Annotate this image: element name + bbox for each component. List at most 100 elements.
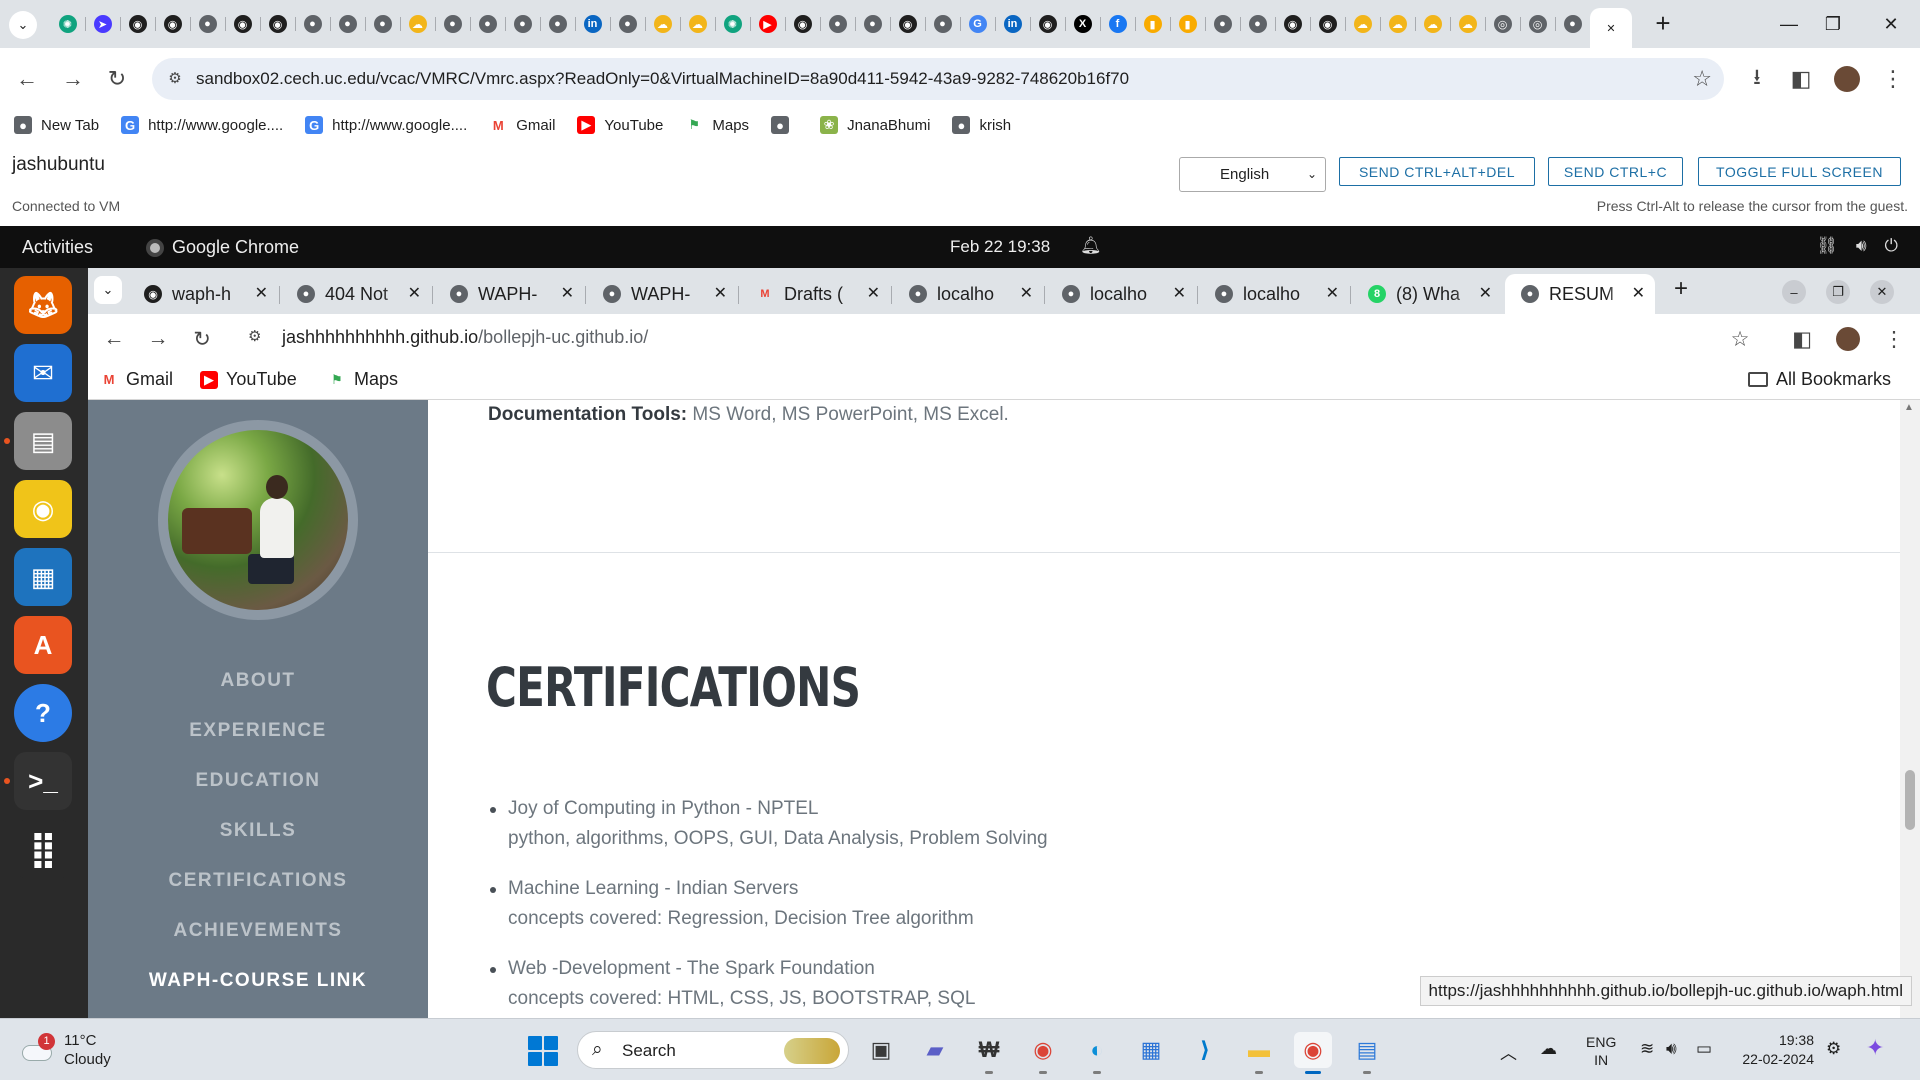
language-select[interactable]: English ⌄ <box>1179 157 1326 192</box>
notification-icon[interactable]: ⚙ <box>1826 1039 1841 1059</box>
bookmark-item[interactable]: ❀ JnanaBhumi <box>820 112 930 138</box>
browser-tab[interactable]: ☁ <box>1345 6 1380 42</box>
tab-close-icon[interactable]: ✕ <box>1173 283 1186 303</box>
nav-item-skills[interactable]: SKILLS <box>88 806 428 856</box>
side-panel-icon[interactable]: ◧ <box>1784 62 1818 96</box>
browser-tab[interactable]: ◉ <box>120 6 155 42</box>
guest-bookmark-item[interactable]: ▶ YouTube <box>200 369 297 390</box>
browser-tab[interactable]: ☁ <box>1380 6 1415 42</box>
browser-tab[interactable]: ◎ <box>1485 6 1520 42</box>
tab-search-chevron-icon[interactable]: ⌄ <box>94 276 122 304</box>
guest-back-button[interactable]: ← <box>100 325 128 353</box>
terminal-icon[interactable]: >_ <box>14 752 72 810</box>
scroll-up-arrow-icon[interactable]: ▲ <box>1904 402 1914 413</box>
nav-item-education[interactable]: EDUCATION <box>88 756 428 806</box>
bookmark-item[interactable]: ● New Tab <box>14 112 99 138</box>
site-info-icon[interactable]: ⚙ <box>248 327 261 345</box>
toggle-full-screen-button[interactable]: TOGGLE FULL SCREEN <box>1698 157 1901 186</box>
writer-icon[interactable]: ▦ <box>14 548 72 606</box>
guest-close-button[interactable]: ✕ <box>1870 280 1894 304</box>
browser-tab[interactable]: ● <box>295 6 330 42</box>
browser-tab[interactable]: ➤ <box>85 6 120 42</box>
browser-tab[interactable]: X <box>1065 6 1100 42</box>
browser-tab[interactable]: ▮ <box>1135 6 1170 42</box>
site-info-icon[interactable]: ⚙ <box>164 68 186 90</box>
nav-item-certifications[interactable]: CERTIFICATIONS <box>88 856 428 906</box>
tab-close-icon[interactable]: ✕ <box>714 283 727 303</box>
browser-tab[interactable]: ☁ <box>680 6 715 42</box>
store-icon[interactable]: ▦ <box>1132 1032 1170 1068</box>
tab-close-icon[interactable]: ✕ <box>867 283 880 303</box>
tab-search-chevron-icon[interactable]: ⌄ <box>9 11 37 39</box>
browser-tab[interactable]: ● <box>365 6 400 42</box>
task-view-icon[interactable]: ▣ <box>862 1032 900 1068</box>
guest-address-url[interactable]: jashhhhhhhhhh.github.io/bollepjh-uc.gith… <box>282 327 648 348</box>
tab-close-icon[interactable]: ✕ <box>1020 283 1033 303</box>
bookmark-item[interactable]: ● <box>771 112 798 138</box>
guest-new-tab-button[interactable]: + <box>1674 275 1688 303</box>
teams-icon[interactable]: ▰ <box>916 1032 954 1068</box>
guest-tab[interactable]: ● localho ✕ <box>1046 274 1196 314</box>
browser-tab[interactable]: ● <box>190 6 225 42</box>
guest-minimize-button[interactable]: – <box>1782 280 1806 304</box>
menu-icon[interactable]: ⋮ <box>1880 325 1908 353</box>
new-tab-button[interactable]: + <box>1649 10 1677 38</box>
nav-item-achievements[interactable]: ACHIEVEMENTS <box>88 906 428 956</box>
page-scrollbar[interactable]: ▲ <box>1900 400 1920 1018</box>
browser-tab[interactable]: ◎ <box>1520 6 1555 42</box>
browser-tab[interactable]: ◉ <box>785 6 820 42</box>
vm-console[interactable]: Activities Google Chrome Feb 22 19:38 🔔︎… <box>0 226 1920 1018</box>
files-icon[interactable]: ▤ <box>14 412 72 470</box>
activities-button[interactable]: Activities <box>22 237 93 258</box>
widgets-app-icon[interactable]: ₩ <box>970 1032 1008 1074</box>
browser-tab[interactable]: ☁ <box>1415 6 1450 42</box>
weather-widget[interactable]: 1 11°C Cloudy <box>20 1031 111 1069</box>
system-menu[interactable]: ⛓︎ 🔊︎ ⏻ <box>1816 236 1898 256</box>
guest-tab[interactable]: ● 404 Not ✕ <box>281 274 431 314</box>
guest-tab[interactable]: ● WAPH- ✕ <box>587 274 737 314</box>
rhythmbox-icon[interactable]: ◉ <box>14 480 72 538</box>
browser-tab[interactable]: G <box>960 6 995 42</box>
bookmark-item[interactable]: ▶ YouTube <box>577 112 663 138</box>
browser-tab[interactable]: ◉ <box>1275 6 1310 42</box>
guest-maximize-button[interactable]: ❐ <box>1826 280 1850 304</box>
gnome-clock[interactable]: Feb 22 19:38 <box>950 237 1050 257</box>
help-icon[interactable]: ? <box>14 684 72 742</box>
browser-tab[interactable]: ◉ <box>225 6 260 42</box>
volume-icon[interactable]: 🔊︎ <box>1666 1039 1677 1059</box>
bookmark-item[interactable]: Ghttp://www.google.... <box>121 112 283 138</box>
send-ctrl-alt-del-button[interactable]: SEND CTRL+ALT+DEL <box>1339 157 1535 186</box>
guest-tab[interactable]: ● WAPH- ✕ <box>434 274 584 314</box>
guest-forward-button[interactable]: → <box>144 325 172 353</box>
address-url[interactable]: sandbox02.cech.uc.edu/vcac/VMRC/Vmrc.asp… <box>196 69 1129 89</box>
guest-tab[interactable]: ● localho ✕ <box>893 274 1043 314</box>
guest-tab[interactable]: M Drafts (✕ <box>740 274 890 314</box>
browser-tab[interactable]: ✺ <box>50 6 85 42</box>
scrollbar-thumb[interactable] <box>1905 770 1915 830</box>
file-explorer-icon[interactable]: ▬ <box>1240 1032 1278 1074</box>
taskbar-clock[interactable]: 19:38 22-02-2024 <box>1738 1031 1814 1069</box>
bookmark-item[interactable]: Ghttp://www.google.... <box>305 112 467 138</box>
browser-tab[interactable]: ● <box>1205 6 1240 42</box>
browser-tab[interactable]: ● <box>1240 6 1275 42</box>
bookmark-item[interactable]: ⚑ Maps <box>685 112 750 138</box>
guest-reload-button[interactable]: ↻ <box>188 325 216 353</box>
restore-button[interactable]: ❐ <box>1810 0 1856 48</box>
tab-close-icon[interactable]: ✕ <box>1326 283 1339 303</box>
browser-tab[interactable]: ● <box>820 6 855 42</box>
focused-app-menu[interactable]: Google Chrome <box>146 237 299 258</box>
nav-item-about[interactable]: ABOUT <box>88 656 428 706</box>
chevron-up-icon[interactable]: ︿ <box>1500 1039 1517 1064</box>
active-tab-close-button[interactable]: ✕ <box>1590 8 1632 48</box>
minimize-button[interactable]: — <box>1766 0 1812 48</box>
nav-item-experience[interactable]: EXPERIENCE <box>88 706 428 756</box>
guest-tab[interactable]: 8 (8) Wha ✕ <box>1352 274 1502 314</box>
address-bar[interactable]: ⚙ sandbox02.cech.uc.edu/vcac/VMRC/Vmrc.a… <box>152 58 1724 100</box>
browser-tab[interactable]: in <box>575 6 610 42</box>
taskbar-search[interactable]: ⌕ Search <box>577 1031 849 1069</box>
forward-button[interactable]: → <box>56 62 90 96</box>
active-guest-tab[interactable]: ● RESUM ✕ <box>1505 274 1655 314</box>
tab-close-icon[interactable]: ✕ <box>255 283 268 303</box>
browser-tab[interactable]: ● <box>435 6 470 42</box>
tab-close-icon[interactable]: ✕ <box>1479 283 1492 303</box>
